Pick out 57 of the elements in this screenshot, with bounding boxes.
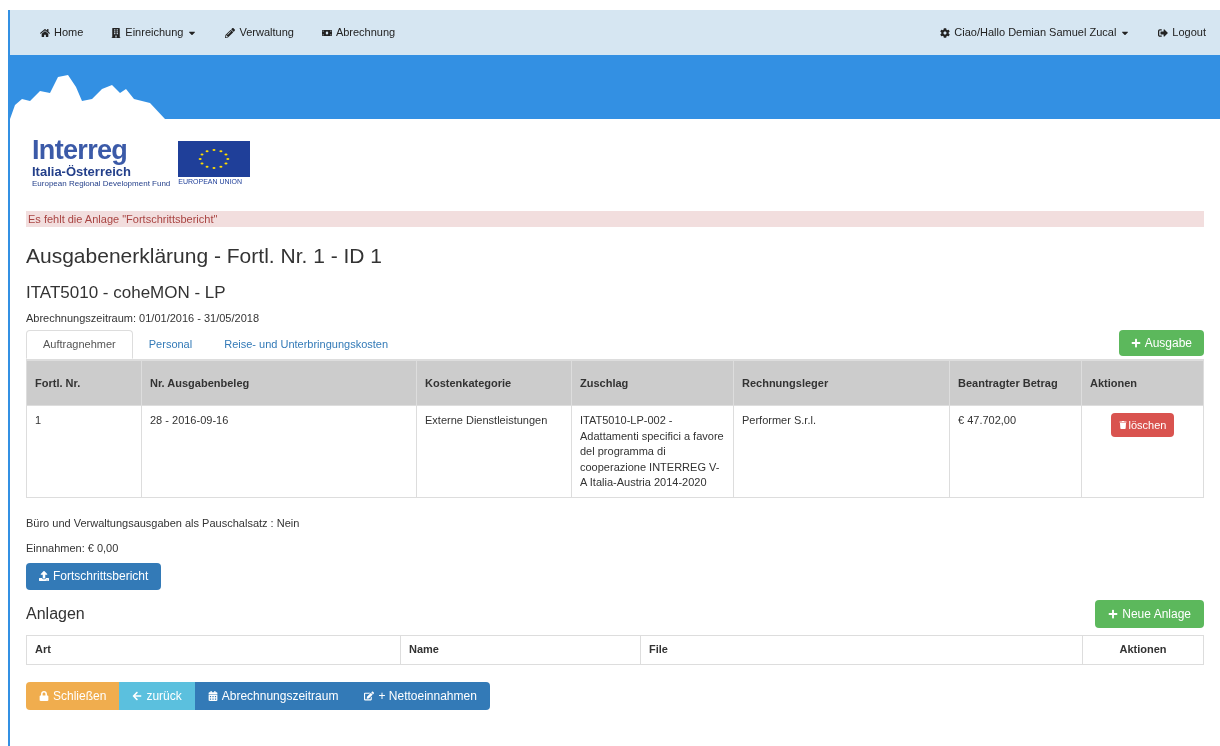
column-header: Nr. Ausgabenbeleg bbox=[141, 360, 417, 406]
upload-icon bbox=[39, 571, 49, 581]
plus-icon bbox=[1108, 608, 1119, 619]
settings-icon bbox=[940, 27, 951, 38]
logo-region: Italia-Österreich bbox=[32, 165, 132, 178]
table-cell: Performer S.r.l. bbox=[733, 405, 950, 497]
nav-link[interactable]: Verwaltung bbox=[225, 24, 294, 41]
tab[interactable]: Personal bbox=[132, 330, 209, 359]
delete-button[interactable]: löschen bbox=[1110, 413, 1175, 437]
logout-icon bbox=[1158, 27, 1169, 38]
flat-rate-text: Büro und Verwaltungsausgaben als Pauschalsatz : Nein bbox=[26, 515, 301, 531]
column-header: File bbox=[640, 635, 1083, 664]
calendar-icon bbox=[207, 690, 218, 701]
logo-fund: European Regional Development Fund bbox=[32, 180, 171, 188]
footer-button[interactable]: + Nettoeinnahmen bbox=[351, 681, 490, 710]
tab[interactable]: Auftragnehmer bbox=[26, 330, 133, 359]
nav-link[interactable]: Einreichung bbox=[111, 24, 198, 41]
plus-icon bbox=[1130, 338, 1141, 348]
column-header: Fortl. Nr. bbox=[26, 360, 142, 406]
alert-message: Es fehlt die Anlage "Fortschrittsbericht" bbox=[26, 211, 1204, 227]
page-title: Ausgabenerklärung - Fortl. Nr. 1 - ID 1 bbox=[26, 243, 383, 269]
table-cell: 1 bbox=[26, 405, 142, 497]
table-cell: Externe Dienstleistungen bbox=[416, 405, 572, 497]
footer-button[interactable]: Abrechnungszeitraum bbox=[194, 681, 352, 710]
table-cell: ITAT5010-LP-002 - Adattamenti specifici a favore del programma di cooperazione INTERREG V-A Italia-Austria 2014-2020 bbox=[571, 405, 734, 497]
column-header: Aktionen bbox=[1081, 360, 1204, 406]
upload-button[interactable]: Fortschrittsbericht bbox=[26, 562, 162, 590]
lock-icon bbox=[39, 690, 49, 701]
tab[interactable]: Reise- und Unterbringungskosten bbox=[208, 330, 405, 359]
period-text: Abrechnungszeitraum: 01/01/2016 - 31/05/2018 bbox=[26, 310, 260, 326]
arrow-left-icon bbox=[132, 690, 143, 701]
banknote-icon bbox=[321, 27, 332, 38]
column-header: Beantragter Betrag bbox=[949, 360, 1082, 406]
pencil-icon bbox=[225, 27, 236, 38]
nav-link[interactable]: Home bbox=[40, 24, 84, 41]
column-header: Zuschlag bbox=[571, 360, 734, 406]
column-header: Art bbox=[26, 635, 401, 664]
add-attachment-button[interactable]: Neue Anlage bbox=[1095, 599, 1204, 628]
table-cell: € 47.702,00 bbox=[949, 405, 1082, 497]
trash-icon bbox=[1118, 421, 1127, 429]
column-header: Kostenkategorie bbox=[416, 360, 572, 406]
section-title: Anlagen bbox=[26, 603, 85, 624]
nav-link[interactable]: Abrechnung bbox=[321, 24, 396, 41]
logo-title: Interreg bbox=[32, 137, 129, 164]
add-expense-button[interactable]: Ausgabe bbox=[1118, 330, 1204, 356]
column-header: Rechnungsleger bbox=[733, 360, 950, 406]
building-icon bbox=[111, 27, 122, 38]
column-header: Aktionen bbox=[1082, 635, 1204, 664]
project-title: ITAT5010 - coheMON - LP bbox=[26, 282, 227, 304]
column-header: Name bbox=[400, 635, 641, 664]
edit-icon bbox=[364, 690, 375, 701]
nav-link[interactable]: Ciao/Hallo Demian Samuel Zucal bbox=[940, 24, 1131, 41]
income-text: Einnahmen: € 0,00 bbox=[26, 541, 120, 556]
nav-link[interactable]: Logout bbox=[1158, 24, 1206, 41]
eu-flag-icon bbox=[178, 141, 251, 177]
table-cell: 28 - 2016-09-16 bbox=[141, 405, 417, 497]
home-icon bbox=[40, 27, 50, 38]
